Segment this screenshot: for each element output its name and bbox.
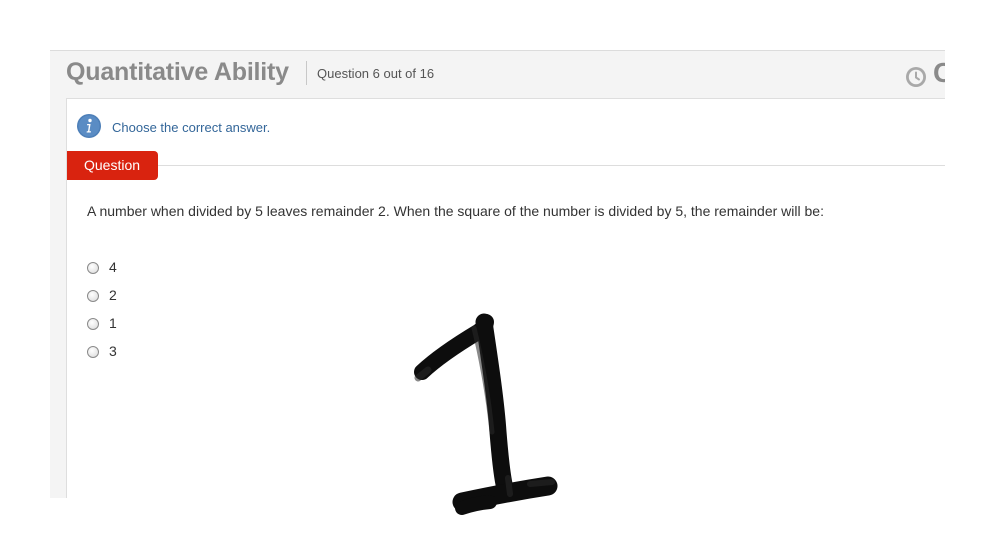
header-divider	[306, 61, 307, 85]
timer-text: C	[933, 57, 945, 89]
radio-button[interactable]	[87, 318, 99, 330]
tab-divider	[67, 165, 945, 166]
info-icon	[77, 114, 101, 138]
quiz-header: Quantitative Ability Question 6 out of 1…	[50, 51, 945, 97]
handwritten-digit-one	[414, 313, 558, 515]
instruction-text: Choose the correct answer.	[112, 120, 271, 135]
section-title: Quantitative Ability	[66, 58, 289, 86]
question-counter: Question 6 out of 16	[317, 66, 435, 81]
radio-button[interactable]	[87, 290, 99, 302]
question-text: A number when divided by 5 leaves remain…	[87, 203, 824, 219]
option-label[interactable]: 2	[109, 287, 117, 303]
radio-button[interactable]	[87, 346, 99, 358]
clock-icon	[906, 67, 926, 87]
option-label[interactable]: 3	[109, 343, 117, 359]
tab-question[interactable]: Question	[67, 151, 158, 180]
option-label[interactable]: 1	[109, 315, 117, 331]
option-label[interactable]: 4	[109, 259, 117, 275]
radio-button[interactable]	[87, 262, 99, 274]
